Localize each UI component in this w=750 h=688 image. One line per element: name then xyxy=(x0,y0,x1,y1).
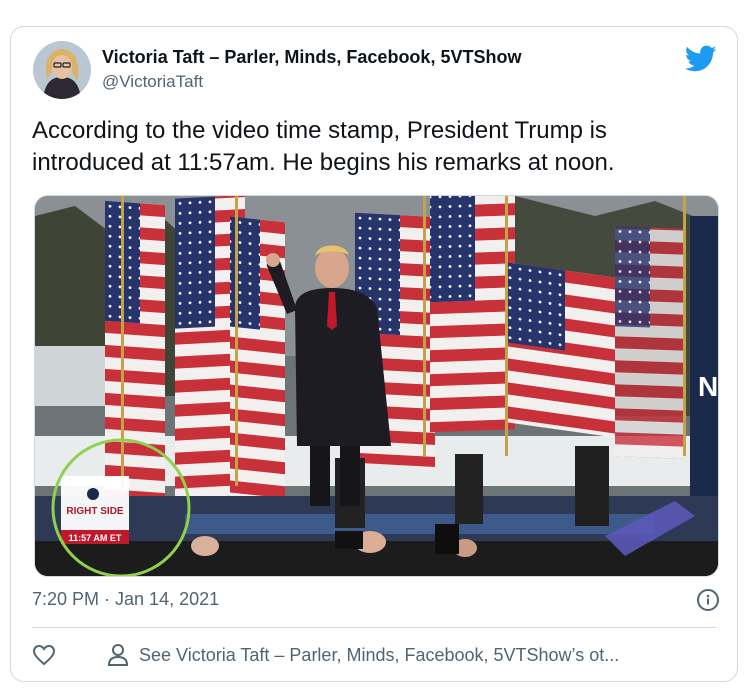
tweet-card[interactable]: Victoria Taft – Parler, Minds, Facebook,… xyxy=(10,26,738,682)
see-profile-link[interactable]: See Victoria Taft – Parler, Minds, Faceb… xyxy=(139,645,619,666)
tweet-text: According to the video time stamp, Presi… xyxy=(32,117,615,176)
author-handle[interactable]: @VictoriaTaft xyxy=(102,72,203,92)
info-icon[interactable] xyxy=(697,589,719,611)
video-frame: N RIGHT SIDE 11:57 AM ET xyxy=(35,196,718,576)
action-bar: See Victoria Taft – Parler, Minds, Faceb… xyxy=(32,641,716,671)
svg-text:N: N xyxy=(698,371,718,402)
author-name[interactable]: Victoria Taft – Parler, Minds, Facebook,… xyxy=(102,47,521,68)
twitter-bird-icon[interactable] xyxy=(685,45,717,73)
heart-icon[interactable] xyxy=(32,643,56,667)
tweet-video[interactable]: N RIGHT SIDE 11:57 AM ET xyxy=(34,195,719,577)
tweet-timestamp[interactable]: 7:20 PM · Jan 14, 2021 xyxy=(32,589,219,610)
logo-text: RIGHT SIDE xyxy=(66,506,124,517)
person-icon[interactable] xyxy=(107,643,129,667)
divider xyxy=(32,627,716,628)
avatar[interactable] xyxy=(33,41,91,99)
logo-time: 11:57 AM ET xyxy=(69,533,122,543)
